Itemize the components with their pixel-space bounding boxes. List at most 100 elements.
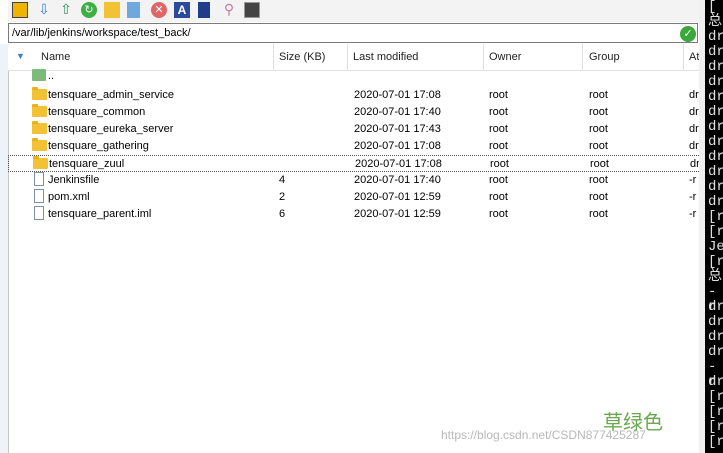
cell-size: 4 <box>279 174 286 186</box>
col-modified[interactable]: Last modified <box>353 51 418 63</box>
terminal-line: dr <box>708 119 723 135</box>
delete-icon[interactable]: ✕ <box>151 2 167 18</box>
column-header: ▼ Name Size (KB) Last modified Owner Gro… <box>8 44 705 71</box>
terminal-line: dr <box>708 299 723 315</box>
terminal-line: dr <box>708 104 723 120</box>
file-icon <box>34 172 44 186</box>
col-name[interactable]: Name <box>41 51 70 63</box>
cell-owner: root <box>490 158 509 170</box>
terminal-line: [r <box>708 419 723 435</box>
folder-icon <box>32 104 47 117</box>
cell-owner: root <box>489 191 508 203</box>
path-bar[interactable]: /var/lib/jenkins/workspace/test_back/ <box>8 23 698 43</box>
rename-icon[interactable]: A <box>174 2 190 18</box>
cell-modified: 2020-07-01 17:40 <box>354 174 441 186</box>
download-icon[interactable]: ⇩ <box>36 2 52 18</box>
cell-group: root <box>589 191 608 203</box>
terminal-line: [r <box>708 254 723 270</box>
cell-owner: root <box>489 123 508 135</box>
cell-group: root <box>589 106 608 118</box>
col-attr[interactable]: At <box>689 51 699 63</box>
terminal-icon[interactable] <box>244 2 260 18</box>
terminal-line: dr <box>708 134 723 150</box>
file-icon <box>34 206 44 220</box>
cell-name: tensquare_zuul <box>49 158 125 170</box>
folder-icon <box>33 156 48 169</box>
terminal-line: dr <box>708 344 723 360</box>
terminal-line: 总 <box>708 269 722 285</box>
cell-modified: 2020-07-01 17:40 <box>354 106 441 118</box>
cell-owner: root <box>489 89 508 101</box>
cell-group: root <box>589 89 608 101</box>
cell-name: Jenkinsfile <box>48 174 100 186</box>
terminal-line: dr <box>708 59 723 75</box>
terminal-line: [r <box>708 389 723 405</box>
table-row[interactable]: pom.xml 2 2020-07-01 12:59 root root -r <box>8 189 705 206</box>
table-row[interactable]: tensquare_parent.iml 6 2020-07-01 12:59 roo… <box>8 206 705 223</box>
cell-modified: 2020-07-01 17:08 <box>354 89 441 101</box>
sort-arrow-icon[interactable]: ▼ <box>16 51 25 61</box>
go-check-icon[interactable]: ✓ <box>680 26 696 42</box>
col-divider[interactable] <box>683 44 684 70</box>
table-row[interactable]: tensquare_gathering 2020-07-01 17:08 root r… <box>8 138 705 155</box>
terminal-line: Je <box>708 239 723 255</box>
terminal-line: [ <box>708 0 717 15</box>
terminal-line: dr <box>708 164 723 180</box>
cell-size: 2 <box>279 191 286 203</box>
cell-owner: root <box>489 140 508 152</box>
table-row[interactable]: .. <box>8 68 705 85</box>
table-row[interactable]: tensquare_common 2020-07-01 17:40 root root… <box>8 104 705 121</box>
col-divider[interactable] <box>582 44 583 70</box>
properties-icon[interactable]: ⚲ <box>221 2 237 18</box>
cell-attr: dr <box>689 89 699 101</box>
cell-group: root <box>589 123 608 135</box>
parent-folder-icon[interactable] <box>12 2 28 18</box>
terminal-line: dr <box>708 74 723 90</box>
new-file-icon[interactable] <box>127 2 140 18</box>
cell-name: .. <box>48 70 55 82</box>
terminal-line: dr <box>708 149 723 165</box>
parent-dir-icon <box>32 69 46 81</box>
terminal-line: dr <box>708 179 723 195</box>
cell-modified: 2020-07-01 12:59 <box>354 191 441 203</box>
cell-attr: -r <box>689 208 697 220</box>
cell-owner: root <box>489 106 508 118</box>
table-row[interactable]: tensquare_zuul 2020-07-01 17:08 root root dr <box>8 155 705 172</box>
cell-name: pom.xml <box>48 191 90 203</box>
cell-attr: -r <box>689 191 697 203</box>
terminal-line: dr <box>708 194 723 210</box>
cell-group: root <box>589 140 608 152</box>
cell-group: root <box>590 158 609 170</box>
cell-owner: root <box>489 208 508 220</box>
upload-icon[interactable]: ⇧ <box>58 2 74 18</box>
terminal-line: dr <box>708 44 723 60</box>
terminal-line: dr <box>708 89 723 105</box>
terminal-panel[interactable]: [总 dr dr dr dr dr dr dr dr dr dr dr dr [r [r Je [r 总 -r dr d… <box>705 0 723 453</box>
table-row[interactable]: tensquare_admin_service 2020-07-01 17:08 r… <box>8 87 705 104</box>
cell-modified: 2020-07-01 17:08 <box>354 140 441 152</box>
col-divider[interactable] <box>273 44 274 70</box>
new-folder-icon[interactable] <box>104 2 120 18</box>
refresh-icon[interactable]: ↻ <box>81 2 97 18</box>
col-owner[interactable]: Owner <box>489 51 521 63</box>
edit-icon[interactable] <box>198 2 210 18</box>
col-size[interactable]: Size (KB) <box>279 51 325 63</box>
cell-modified: 2020-07-01 17:08 <box>355 158 442 170</box>
table-row[interactable]: Jenkinsfile 4 2020-07-01 17:40 root root -r <box>8 172 705 189</box>
cell-name: tensquare_admin_service <box>48 89 174 101</box>
watermark-url: https://blog.csdn.net/CSDN877425287 <box>441 428 646 442</box>
col-divider[interactable] <box>483 44 484 70</box>
col-divider[interactable] <box>347 44 348 70</box>
terminal-line: [r <box>708 224 723 240</box>
terminal-line: -r <box>708 284 717 315</box>
terminal-line: dr <box>708 374 723 390</box>
terminal-line: dr <box>708 29 723 45</box>
cell-attr: dr <box>689 140 699 152</box>
table-row[interactable]: tensquare_eureka_server 2020-07-01 17:43 r… <box>8 121 705 138</box>
col-group[interactable]: Group <box>589 51 620 63</box>
terminal-line: dr <box>708 329 723 345</box>
cell-size: 6 <box>279 208 286 220</box>
cell-owner: root <box>489 174 508 186</box>
path-input[interactable]: /var/lib/jenkins/workspace/test_back/ <box>12 27 191 39</box>
terminal-line: dr <box>708 314 723 330</box>
